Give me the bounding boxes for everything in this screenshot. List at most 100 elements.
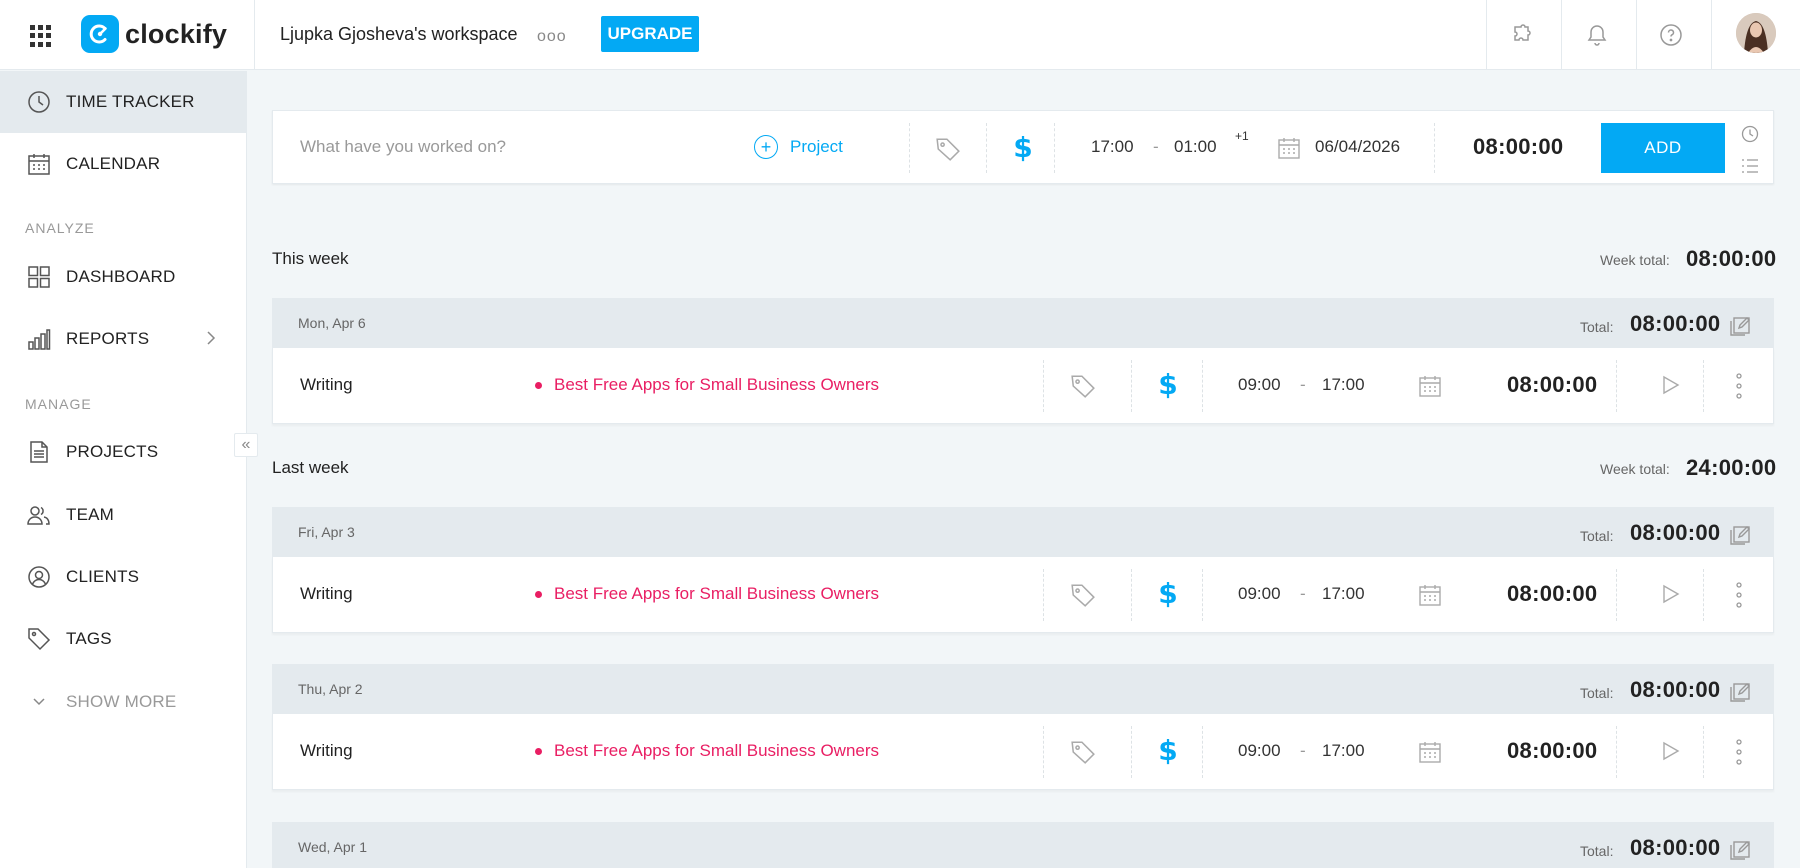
- day-date: Mon, Apr 6: [298, 315, 366, 331]
- entry-end-time[interactable]: 17:00: [1322, 375, 1365, 395]
- day-total-label: Total:: [1580, 843, 1614, 859]
- start-time-input[interactable]: 17:00: [1091, 137, 1134, 157]
- entry-end-time[interactable]: 17:00: [1322, 741, 1365, 761]
- play-icon[interactable]: [1659, 583, 1681, 605]
- timer-mode-clock-icon[interactable]: [1741, 125, 1759, 148]
- billable-dollar-icon[interactable]: $: [1153, 732, 1183, 768]
- time-entry-row[interactable]: Writing Best Free Apps for Small Busines…: [272, 714, 1774, 790]
- document-icon: [25, 438, 53, 466]
- play-icon[interactable]: [1659, 374, 1681, 396]
- divider: [254, 0, 255, 70]
- project-color-dot: [535, 590, 542, 598]
- sidebar-item-dashboard[interactable]: DASHBOARD: [0, 246, 247, 308]
- entry-start-time[interactable]: 09:00: [1238, 375, 1281, 395]
- sidebar-item-label: TAGS: [66, 629, 112, 648]
- day-total-label: Total:: [1580, 319, 1614, 335]
- tag-icon[interactable]: [933, 135, 963, 163]
- divider: [1043, 569, 1044, 621]
- bar-chart-icon: [25, 325, 53, 353]
- project-color-dot: [535, 381, 542, 389]
- bulk-edit-icon[interactable]: [1729, 313, 1753, 337]
- add-button[interactable]: ADD: [1601, 123, 1725, 173]
- divider: [1616, 569, 1617, 621]
- entry-duration[interactable]: 08:00:00: [1507, 581, 1597, 607]
- puzzle-icon[interactable]: [1507, 20, 1537, 50]
- divider: [1043, 360, 1044, 412]
- calendar-icon[interactable]: [1276, 135, 1302, 161]
- time-separator: -: [1300, 584, 1306, 603]
- time-entry-row[interactable]: Writing Best Free Apps for Small Busines…: [272, 557, 1774, 633]
- entry-duration[interactable]: 08:00:00: [1507, 738, 1597, 764]
- calendar-icon[interactable]: [1417, 582, 1443, 608]
- entry-project[interactable]: Best Free Apps for Small Business Owners: [535, 741, 879, 761]
- time-separator: -: [1153, 137, 1159, 156]
- dashboard-icon: [25, 263, 53, 291]
- entry-project[interactable]: Best Free Apps for Small Business Owners: [535, 584, 879, 604]
- section-label-analyze: ANALYZE: [25, 220, 95, 236]
- day-total-label: Total:: [1580, 528, 1614, 544]
- billable-dollar-icon[interactable]: $: [1153, 366, 1183, 402]
- sidebar-item-projects[interactable]: PROJECTS: [0, 421, 247, 483]
- bulk-edit-icon[interactable]: [1729, 522, 1753, 546]
- bulk-edit-icon[interactable]: [1729, 837, 1753, 861]
- sidebar-item-calendar[interactable]: CALENDAR: [0, 133, 247, 195]
- sidebar-item-show-more[interactable]: SHOW MORE: [0, 671, 247, 733]
- day-date: Thu, Apr 2: [298, 681, 363, 697]
- billable-dollar-icon[interactable]: $: [1008, 129, 1038, 165]
- apps-grid-icon[interactable]: [30, 25, 52, 47]
- divider: [1131, 360, 1132, 412]
- end-time-input[interactable]: 01:00: [1174, 137, 1217, 157]
- entry-project[interactable]: Best Free Apps for Small Business Owners: [535, 375, 879, 395]
- sidebar-item-label: TEAM: [66, 505, 115, 524]
- sidebar-item-team[interactable]: TEAM: [0, 484, 247, 546]
- tag-icon[interactable]: [1068, 738, 1098, 766]
- avatar[interactable]: [1736, 13, 1776, 53]
- more-vertical-icon[interactable]: [1733, 372, 1745, 400]
- sidebar-item-reports[interactable]: REPORTS: [0, 308, 247, 370]
- time-entry-row[interactable]: Writing Best Free Apps for Small Busines…: [272, 348, 1774, 424]
- plus-circle-icon: +: [754, 135, 778, 159]
- description-input[interactable]: [300, 137, 720, 157]
- calendar-icon[interactable]: [1417, 739, 1443, 765]
- sidebar-item-label: TIME TRACKER: [66, 92, 195, 111]
- collapse-sidebar-icon[interactable]: «: [234, 433, 258, 457]
- duration-display[interactable]: 08:00:00: [1473, 134, 1563, 160]
- entry-start-time[interactable]: 09:00: [1238, 584, 1281, 604]
- tag-icon[interactable]: [1068, 372, 1098, 400]
- week-total-label: Week total:: [1600, 461, 1670, 477]
- entry-end-time[interactable]: 17:00: [1322, 584, 1365, 604]
- divider: [1054, 123, 1055, 173]
- day-total-label: Total:: [1580, 685, 1614, 701]
- sidebar-item-tags[interactable]: TAGS: [0, 608, 247, 670]
- workspace-more-icon[interactable]: ooo: [537, 28, 567, 46]
- app-logo[interactable]: clockify: [81, 15, 227, 53]
- date-input[interactable]: 06/04/2026: [1315, 137, 1400, 157]
- entry-description[interactable]: Writing: [300, 741, 353, 761]
- entry-description[interactable]: Writing: [300, 375, 353, 395]
- sidebar-item-time-tracker[interactable]: TIME TRACKER: [0, 71, 247, 133]
- project-picker[interactable]: + Project: [754, 135, 843, 159]
- workspace-name[interactable]: Ljupka Gjosheva's workspace: [280, 22, 518, 46]
- sidebar-item-clients[interactable]: CLIENTS: [0, 546, 247, 608]
- manual-mode-list-icon[interactable]: [1741, 158, 1759, 179]
- tag-icon[interactable]: [1068, 581, 1098, 609]
- play-icon[interactable]: [1659, 740, 1681, 762]
- day-total: 08:00:00: [1630, 835, 1721, 860]
- bell-icon[interactable]: [1582, 20, 1612, 50]
- bulk-edit-icon[interactable]: [1729, 679, 1753, 703]
- more-vertical-icon[interactable]: [1733, 581, 1745, 609]
- calendar-icon[interactable]: [1417, 373, 1443, 399]
- next-day-indicator: +1: [1235, 129, 1249, 143]
- upgrade-button[interactable]: UPGRADE: [601, 16, 699, 52]
- sidebar-item-label: DASHBOARD: [66, 267, 176, 286]
- more-vertical-icon[interactable]: [1733, 738, 1745, 766]
- help-icon[interactable]: [1656, 20, 1686, 50]
- divider: [1043, 726, 1044, 778]
- calendar-icon: [25, 150, 53, 178]
- entry-duration[interactable]: 08:00:00: [1507, 372, 1597, 398]
- clockify-logo-icon: [81, 15, 119, 53]
- billable-dollar-icon[interactable]: $: [1153, 575, 1183, 611]
- entry-description[interactable]: Writing: [300, 584, 353, 604]
- entry-start-time[interactable]: 09:00: [1238, 741, 1281, 761]
- day-total: 08:00:00: [1630, 677, 1721, 702]
